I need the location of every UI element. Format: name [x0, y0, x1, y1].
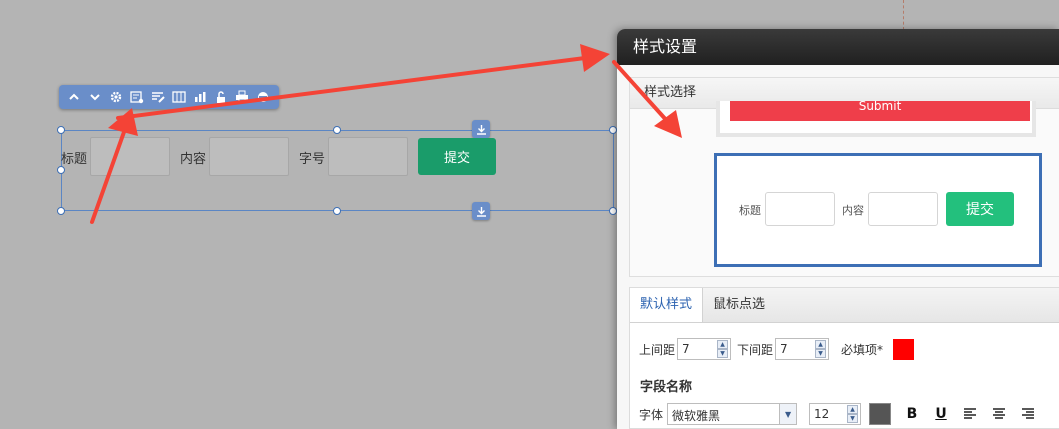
top-margin-value: 7	[682, 342, 690, 356]
font-select[interactable]: 微软雅黑 ▼	[667, 403, 798, 425]
spin-down-icon[interactable]: ▼	[717, 349, 729, 358]
sample-submit-button: Submit	[730, 101, 1030, 121]
resize-handle[interactable]	[333, 207, 341, 215]
resize-handle[interactable]	[57, 126, 65, 134]
style-option-2[interactable]: 标题 内容 提交	[714, 153, 1042, 267]
guide-line	[903, 0, 904, 30]
content-input[interactable]	[209, 137, 289, 176]
spin-up-icon[interactable]: ▲	[815, 340, 827, 349]
form-settings-icon[interactable]	[128, 88, 146, 106]
refresh-icon[interactable]	[254, 88, 272, 106]
style-settings-dialog: 样式设置 样式选择 Submit 标题 内容 提交 默认样式 鼠标点选 上间距 …	[617, 29, 1059, 429]
underline-button[interactable]: U	[930, 403, 952, 425]
sample-title-label: 标题	[739, 204, 761, 217]
font-size-stepper[interactable]: 12 ▲ ▼	[809, 403, 862, 425]
size-label: 字号	[299, 152, 326, 167]
required-color-swatch[interactable]	[893, 338, 915, 360]
component-toolbar	[59, 85, 279, 109]
tab-bar: 默认样式 鼠标点选	[630, 288, 1059, 323]
text-color-swatch[interactable]	[869, 403, 892, 425]
resize-handle[interactable]	[333, 126, 341, 134]
edit-list-icon[interactable]	[149, 88, 167, 106]
style-select-panel: 样式选择 Submit 标题 内容 提交	[629, 77, 1059, 277]
bottom-margin-label: 下间距	[737, 342, 774, 357]
bold-button[interactable]: B	[901, 403, 923, 425]
resize-handle[interactable]	[609, 207, 617, 215]
required-label: 必填项*	[841, 342, 884, 357]
font-value: 微软雅黑	[672, 409, 721, 423]
bar-chart-icon[interactable]	[191, 88, 209, 106]
style-tabs-panel: 默认样式 鼠标点选 上间距 7 ▲ ▼ 下间距 7 ▲ ▼ 必填项* 字段名称 …	[629, 287, 1059, 429]
tab-mouse-select[interactable]: 鼠标点选	[703, 288, 775, 322]
chevron-down-icon[interactable]	[86, 88, 104, 106]
content-label: 内容	[180, 152, 207, 167]
download-icon[interactable]	[472, 202, 490, 220]
resize-handle[interactable]	[609, 126, 617, 134]
columns-icon[interactable]	[170, 88, 188, 106]
resize-handle[interactable]	[57, 166, 65, 174]
style-option-1[interactable]: Submit	[716, 101, 1036, 137]
font-label: 字体	[639, 407, 664, 422]
unlock-icon[interactable]	[212, 88, 230, 106]
resize-handle[interactable]	[57, 207, 65, 215]
tab-default-style[interactable]: 默认样式	[630, 288, 704, 322]
download-icon[interactable]	[472, 120, 490, 138]
align-right-icon[interactable]	[1017, 403, 1039, 425]
top-margin-label: 上间距	[639, 342, 676, 357]
chevron-down-icon[interactable]: ▼	[779, 404, 797, 424]
font-size-value: 12	[814, 407, 830, 421]
align-left-icon[interactable]	[959, 403, 981, 425]
size-input[interactable]	[328, 137, 408, 176]
spin-down-icon[interactable]: ▼	[815, 349, 827, 358]
spin-up-icon[interactable]: ▲	[847, 405, 859, 414]
align-center-icon[interactable]	[988, 403, 1010, 425]
gear-icon[interactable]	[107, 88, 125, 106]
title-label: 标题	[61, 152, 88, 167]
field-name-title: 字段名称	[640, 380, 693, 395]
sample-content-input	[868, 192, 938, 226]
spin-up-icon[interactable]: ▲	[717, 340, 729, 349]
printer-icon[interactable]	[233, 88, 251, 106]
dialog-title: 样式设置	[617, 29, 1059, 65]
submit-button[interactable]: 提交	[418, 138, 496, 175]
chevron-up-icon[interactable]	[65, 88, 83, 106]
bottom-margin-value: 7	[780, 342, 788, 356]
sample-content-label: 内容	[842, 204, 864, 217]
spin-down-icon[interactable]: ▼	[847, 414, 859, 423]
sample-title-input	[765, 192, 835, 226]
title-input[interactable]	[90, 137, 170, 176]
bottom-margin-stepper[interactable]: 7 ▲ ▼	[775, 338, 830, 360]
top-margin-stepper[interactable]: 7 ▲ ▼	[677, 338, 732, 360]
sample-submit-button: 提交	[946, 192, 1014, 226]
